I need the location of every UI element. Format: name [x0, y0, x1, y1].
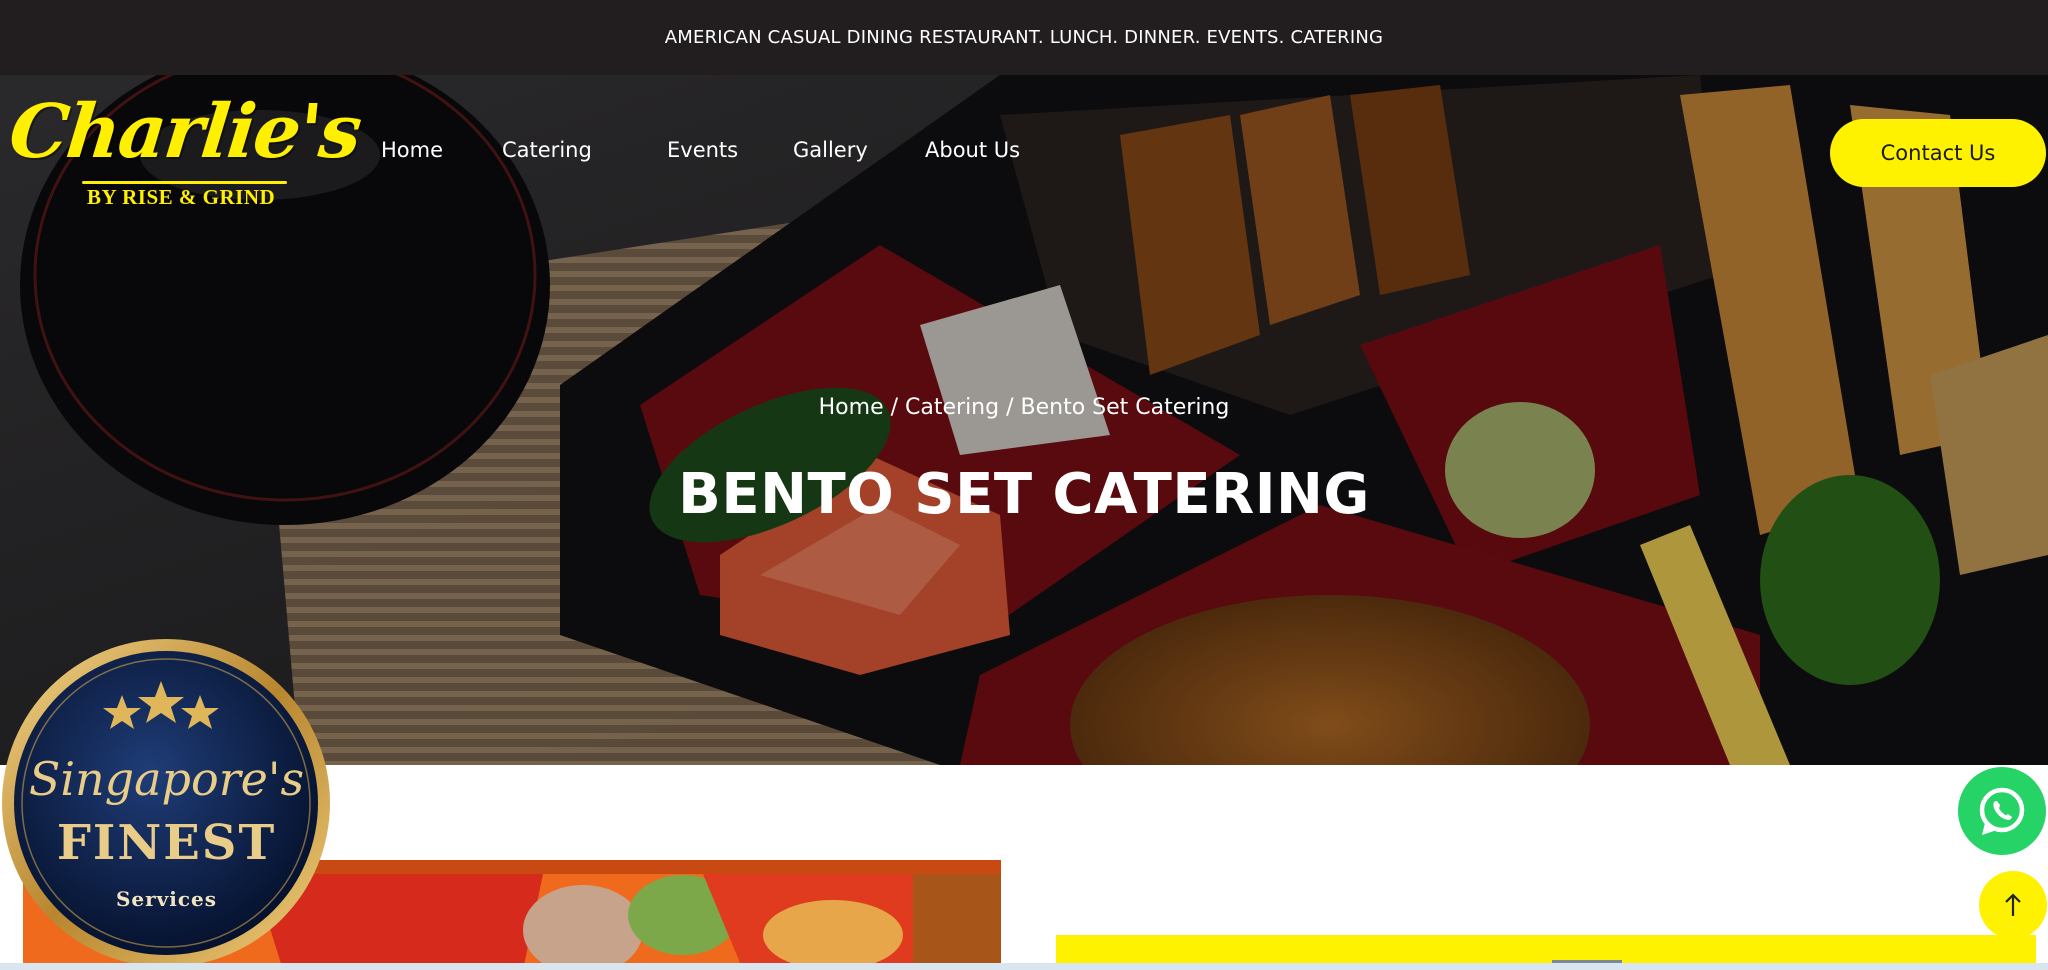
breadcrumb-separator: / [999, 395, 1021, 420]
whatsapp-button[interactable] [1958, 767, 2046, 855]
page-bottom-edge [0, 963, 2048, 970]
breadcrumb-separator: / [883, 395, 906, 420]
arrow-up-icon [2005, 893, 2021, 916]
contact-us-button[interactable]: Contact Us [1830, 119, 2046, 187]
nav-home[interactable]: Home [381, 138, 443, 162]
page-title: BENTO SET CATERING [678, 462, 1370, 527]
announcement-text: AMERICAN CASUAL DINING RESTAURANT. LUNCH… [664, 27, 1384, 48]
breadcrumb-catering[interactable]: Catering [905, 395, 999, 420]
badge-line-finest: FINEST [56, 815, 277, 871]
page: AMERICAN CASUAL DINING RESTAURANT. LUNCH… [0, 0, 2048, 970]
singapores-finest-badge[interactable]: Singapore's FINEST Services [0, 637, 333, 970]
nav-about-us[interactable]: About Us [925, 138, 1020, 162]
site-logo[interactable]: Charlie's BY RISE & GRIND [5, 89, 363, 215]
breadcrumb-current: Bento Set Catering [1020, 395, 1230, 420]
badge-line-services: Services [115, 887, 218, 911]
announcement-bar: AMERICAN CASUAL DINING RESTAURANT. LUNCH… [0, 0, 2048, 75]
logo-subtitle: BY RISE & GRIND [87, 185, 276, 209]
breadcrumb: Home / Catering / Bento Set Catering [0, 395, 2048, 420]
logo-script-text: Charlie's [5, 89, 364, 175]
breadcrumb-home[interactable]: Home [819, 395, 884, 420]
whatsapp-icon [1979, 787, 2025, 835]
logo-underline [82, 181, 287, 184]
nav-catering[interactable]: Catering [502, 138, 592, 162]
badge-line-singapores: Singapore's [28, 752, 305, 806]
nav-events[interactable]: Events [667, 138, 738, 162]
nav-gallery[interactable]: Gallery [793, 138, 868, 162]
back-to-top-button[interactable] [1979, 871, 2047, 939]
